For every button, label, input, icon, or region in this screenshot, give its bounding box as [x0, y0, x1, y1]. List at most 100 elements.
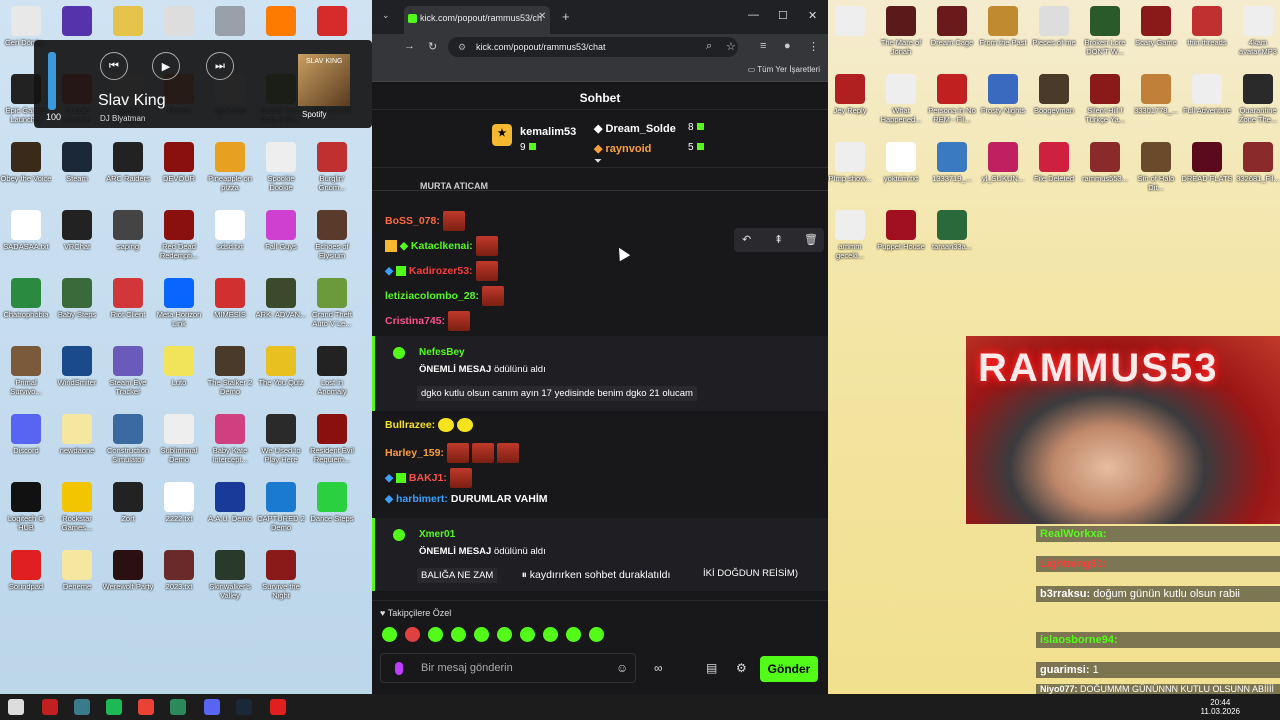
chat-message[interactable]: Cristina745: — [385, 311, 471, 331]
delete-icon[interactable]: 🗑 — [804, 233, 818, 246]
desktop-shortcut[interactable]: Chatrophobia — [0, 278, 52, 330]
desktop-shortcut[interactable]: yoktum.txt — [875, 142, 927, 194]
desktop-shortcut[interactable]: ARK: ADVAN... — [255, 278, 307, 330]
microphone-icon[interactable] — [395, 662, 403, 675]
bookmark-star-icon[interactable]: ☆ — [726, 40, 736, 53]
taskbar-app-icon[interactable] — [74, 699, 90, 715]
start-icon[interactable] — [8, 699, 24, 715]
desktop-shortcut[interactable]: 4kam avatar.MP3 — [1232, 6, 1280, 58]
chat-message[interactable]: ◆ BAKJ1: — [385, 468, 472, 488]
desktop-shortcut[interactable]: Soundpad — [0, 550, 52, 602]
all-bookmarks[interactable]: ▭ Tüm Yer İşaretleri — [748, 65, 820, 74]
spotify-icon[interactable] — [106, 699, 122, 715]
emote-icon[interactable] — [451, 627, 466, 642]
desktop-shortcut[interactable]: thin threads — [1181, 6, 1233, 58]
desktop-shortcut[interactable]: ammm geceki... — [824, 210, 876, 262]
desktop-shortcut[interactable]: Boogeyman — [1028, 74, 1080, 126]
desktop-shortcut[interactable]: The Stalker 2 Demo — [204, 346, 256, 398]
chat-paused-banner[interactable]: ⏸ kaydırırken sohbet duraklatıldı — [498, 566, 694, 586]
desktop-shortcut[interactable]: Pieces of me — [1028, 6, 1080, 58]
desktop-shortcut[interactable]: Steam Eye Tracker — [102, 346, 154, 398]
tab-search-icon[interactable]: ⌄ — [382, 10, 390, 21]
emote-icon[interactable] — [474, 627, 489, 642]
expand-leaderboard-icon[interactable]: ⏷ — [594, 156, 602, 167]
desktop-shortcut[interactable]: VRChat — [51, 210, 103, 262]
desktop-shortcut[interactable]: Construction Simulator — [102, 414, 154, 466]
desktop-shortcut[interactable]: Puppet House — [875, 210, 927, 262]
emote-icon[interactable] — [589, 627, 604, 642]
channel-points-icon[interactable]: ∞ — [654, 661, 663, 675]
desktop-shortcut[interactable]: Discord — [0, 414, 52, 466]
desktop-shortcut[interactable]: Burglin' Gnom... — [306, 142, 358, 194]
desktop-shortcut[interactable]: The You Quiz — [255, 346, 307, 398]
desktop-shortcut[interactable]: Spookie Dookie — [255, 142, 307, 194]
close-window-icon[interactable]: ✕ — [808, 9, 817, 22]
pin-icon[interactable]: ⇞ — [774, 233, 783, 246]
media-control-icon[interactable]: ≡ — [760, 40, 766, 52]
chat-message[interactable]: ◆ Kataclkenai: — [385, 236, 498, 256]
chat-message[interactable]: Harley_159: — [385, 443, 519, 463]
desktop-shortcut[interactable]: Zort — [102, 482, 154, 534]
desktop-shortcut[interactable]: DREAD FLATS — [1181, 142, 1233, 194]
desktop-shortcut[interactable]: Rockstar Games... — [51, 482, 103, 534]
previous-track-icon[interactable]: ⏮ — [100, 52, 128, 80]
reload-icon[interactable]: ↻ — [428, 40, 437, 53]
desktop-shortcut[interactable]: Silent Hill f Türkçe Ya... — [1079, 74, 1131, 126]
reward-message[interactable]: NefesBey ÖNEMLİ MESAJ ödülünü aldı dgko … — [372, 336, 828, 411]
desktop-shortcut[interactable]: 2023.txt — [153, 550, 205, 602]
desktop-shortcut[interactable]: Jey Reply — [824, 74, 876, 126]
desktop-shortcut[interactable]: Baby Kate Intercept... — [204, 414, 256, 466]
chrome-icon[interactable] — [138, 699, 154, 715]
zoom-icon[interactable]: ⌕ — [706, 40, 712, 53]
desktop-shortcut[interactable]: Resident Evil Requiem... — [306, 414, 358, 466]
next-track-icon[interactable]: ⏭ — [206, 52, 234, 80]
desktop-shortcut[interactable]: Luto — [153, 346, 205, 398]
browser-tab[interactable]: kick.com/popout/rammus53/ch — [404, 6, 550, 34]
desktop-shortcut[interactable]: Deneme — [51, 550, 103, 602]
desktop-shortcut[interactable]: 2222.txt — [153, 482, 205, 534]
desktop-shortcut[interactable]: 33301778_... — [1130, 74, 1182, 126]
desktop-shortcut[interactable]: Skinwalker's Valley — [204, 550, 256, 602]
emote-icon[interactable] — [405, 627, 420, 642]
settings-icon[interactable]: ⚙ — [736, 661, 747, 675]
desktop-shortcut[interactable]: Riot Client — [102, 278, 154, 330]
desktop-shortcut[interactable]: Scary Game — [1130, 6, 1182, 58]
desktop-shortcut[interactable]: Broken Lore DON'T W... — [1079, 6, 1131, 58]
chat-message[interactable]: BoSS_078: — [385, 211, 465, 231]
forward-icon[interactable]: → — [404, 40, 415, 52]
desktop-shortcut[interactable]: taraan33a... — [926, 210, 978, 262]
clock[interactable]: 20:44 11.03.2026 — [1201, 698, 1240, 716]
store-icon[interactable]: ▤ — [706, 661, 717, 675]
emote-icon[interactable] — [520, 627, 535, 642]
taskbar-app-icon[interactable] — [170, 699, 186, 715]
desktop-shortcut[interactable]: Werewolf Party — [102, 550, 154, 602]
desktop-shortcut[interactable]: What Happened... — [875, 74, 927, 126]
send-button[interactable]: Gönder — [760, 656, 818, 682]
desktop-shortcut[interactable]: Obey the Voice — [0, 142, 52, 194]
desktop-shortcut[interactable]: rammus553... — [1079, 142, 1131, 194]
emote-icon[interactable] — [497, 627, 512, 642]
desktop-shortcut[interactable]: We Used to Play Here — [255, 414, 307, 466]
desktop-shortcut[interactable]: Logitech G HUB — [0, 482, 52, 534]
reply-icon[interactable]: ↶ — [742, 233, 751, 246]
desktop-shortcut[interactable]: A.A.U. Demo — [204, 482, 256, 534]
desktop-shortcut[interactable]: Lost in Anomaly — [306, 346, 358, 398]
emote-icon[interactable] — [382, 627, 397, 642]
desktop-shortcut[interactable]: Pİmp show... — [824, 142, 876, 194]
discord-icon[interactable] — [204, 699, 220, 715]
desktop-shortcut[interactable]: Pineapple on pizza — [204, 142, 256, 194]
desktop-shortcut[interactable]: Baby Steps — [51, 278, 103, 330]
taskbar-app-icon[interactable] — [270, 699, 286, 715]
desktop-shortcut[interactable]: saping — [102, 210, 154, 262]
desktop-shortcut[interactable]: sdsd.txt — [204, 210, 256, 262]
chat-message[interactable]: letiziacolombo_28: — [385, 286, 504, 306]
desktop-shortcut[interactable]: yl_SUKUN... — [977, 142, 1029, 194]
desktop-shortcut[interactable]: Steam — [51, 142, 103, 194]
emote-icon[interactable] — [428, 627, 443, 642]
desktop-shortcut[interactable]: Meta Horizon Link — [153, 278, 205, 330]
desktop-shortcut[interactable]: WindSmiter — [51, 346, 103, 398]
desktop-shortcut[interactable]: Full Adventure — [1181, 74, 1233, 126]
desktop-shortcut[interactable]: Quarantine Zone The... — [1232, 74, 1280, 126]
close-tab-icon[interactable]: ✕ — [538, 11, 546, 22]
desktop-shortcut[interactable]: Dance Steps — [306, 482, 358, 534]
